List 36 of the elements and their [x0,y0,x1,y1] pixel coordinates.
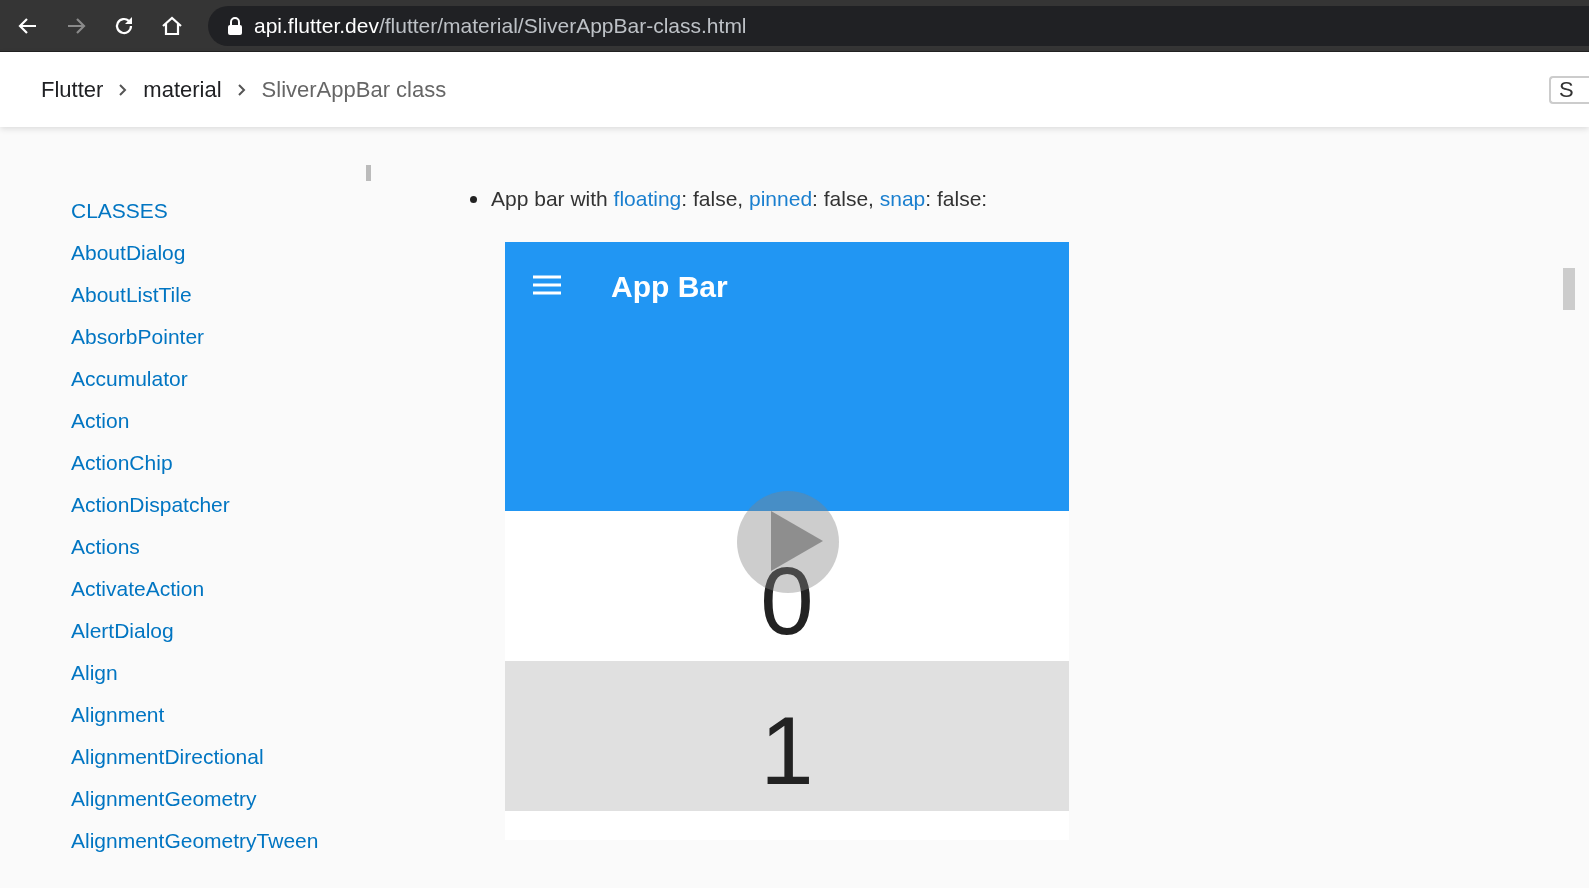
scrollbar-thumb[interactable] [1563,268,1575,310]
sidebar-link[interactable]: AboutDialog [71,239,186,281]
property-link[interactable]: floating [613,187,682,210]
sidebar-link[interactable]: AlignmentDirectional [71,743,264,785]
sidebar-link[interactable]: Action [71,407,130,449]
sidebar-link[interactable]: AboutListTile [71,281,192,323]
row-number: 1 [760,696,814,799]
bullet-icon [470,195,477,203]
property-link[interactable]: pinned [749,187,813,210]
sidebar-link[interactable]: Accumulator [71,365,188,407]
sidebar-link[interactable]: Align [71,659,118,701]
url-text: api.flutter.dev/flutter/material/SliverAppBar-class.html [254,13,747,38]
sidebar-link[interactable]: AlertDialog [71,617,174,659]
app-bar-title: App Bar [611,270,728,304]
bullet-text: App bar with floating: false, pinned: false, snap: false: [491,187,988,211]
address-bar[interactable]: api.flutter.dev/flutter/material/SliverAppBar-class.html [208,5,1589,46]
sidebar-link[interactable]: Actions [71,533,140,575]
lock-icon [228,16,242,35]
property-link[interactable]: snap [879,187,926,210]
row-number: 0 [760,546,814,649]
chevron-icon [235,82,248,97]
sidebar-link[interactable]: AlignmentGeometry [71,785,257,827]
breadcrumb-link[interactable]: SliverAppBar class [261,76,447,103]
sidebar-link[interactable]: ActionDispatcher [71,491,230,533]
breadcrumb-link[interactable]: Flutter [41,76,104,103]
sidebar-link[interactable]: ActionChip [71,449,173,491]
sidebar-link[interactable]: Alignment [71,701,165,743]
breadcrumb-link[interactable]: material [143,76,222,103]
sidebar-link[interactable]: AlignmentGeometryTween [71,827,319,869]
scrollbar-thumb[interactable] [366,165,371,181]
video-player[interactable]: App Bar 0 1 [505,242,1069,840]
sidebar-link[interactable]: ActivateAction [71,575,205,617]
sidebar-link[interactable]: AbsorbPointer [71,323,205,365]
sidebar-heading: CLASSES [71,198,169,224]
menu-icon[interactable] [533,274,561,296]
search-field[interactable]: S [1549,75,1589,104]
